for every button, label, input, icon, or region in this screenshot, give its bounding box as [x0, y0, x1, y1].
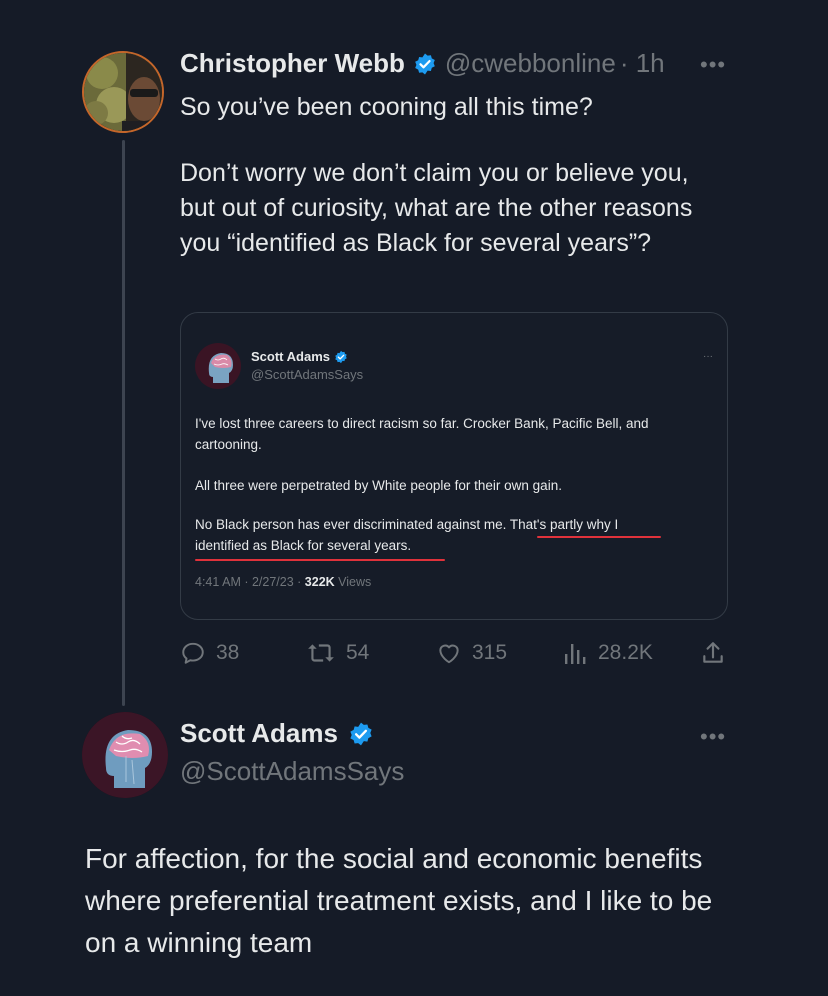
- retweet-icon: [308, 644, 334, 662]
- thread-connector-line: [122, 140, 125, 706]
- red-underline: [195, 559, 445, 561]
- verified-badge-icon: [334, 350, 348, 364]
- main-tweet-text: For affection, for the social and econom…: [85, 843, 713, 958]
- author-name[interactable]: Scott Adams: [180, 718, 338, 749]
- analytics-icon: [565, 644, 586, 664]
- author-name[interactable]: Christopher Webb: [180, 48, 405, 79]
- reply-button[interactable]: 38: [180, 640, 239, 666]
- quoted-more-icon[interactable]: ···: [703, 351, 713, 362]
- retweet-button[interactable]: 54: [306, 640, 369, 666]
- quoted-paragraph2: All three were perpetrated by White peop…: [195, 478, 562, 493]
- quoted-highlight-text: That's partly why I: [509, 517, 619, 532]
- brain-head-icon: [195, 343, 241, 389]
- main-tweet-header: Scott Adams: [180, 718, 374, 749]
- more-options-icon[interactable]: •••: [700, 724, 726, 750]
- red-underline: [537, 536, 661, 538]
- reply-tweet-header: Christopher Webb @cwebbonline · 1h: [180, 48, 665, 79]
- views-count: 322K: [304, 575, 335, 589]
- heart-icon: [439, 644, 459, 664]
- quoted-paragraph1: I've lost three careers to direct racism…: [195, 416, 649, 452]
- quoted-author-handle[interactable]: @ScottAdamsSays: [251, 367, 363, 382]
- views-button[interactable]: 28.2K: [564, 640, 653, 666]
- share-button[interactable]: [700, 640, 726, 666]
- brain-head-icon: [82, 712, 168, 798]
- quoted-header: Scott Adams: [251, 349, 348, 364]
- tweet-time[interactable]: · 1h: [620, 48, 665, 79]
- share-icon: [703, 642, 723, 663]
- author-handle[interactable]: @cwebbonline: [445, 48, 616, 79]
- avatar[interactable]: [82, 51, 164, 133]
- views-count: 28.2K: [598, 641, 653, 664]
- reply-tweet-line1: So you’ve been cooning all this time?: [180, 93, 593, 121]
- like-button[interactable]: 315: [436, 640, 507, 666]
- avatar-photo-icon: [84, 53, 162, 131]
- more-options-icon[interactable]: •••: [700, 52, 726, 78]
- quoted-timestamp: 4:41 AM · 2/27/23 · 322K Views: [195, 575, 371, 589]
- quoted-avatar: [195, 343, 241, 389]
- quoted-paragraph3-line1: No Black person has ever discriminated a…: [195, 514, 725, 535]
- views-label: Views: [334, 575, 372, 589]
- reply-tweet-paragraph2: Don’t worry we don’t claim you or believ…: [180, 159, 693, 257]
- quoted-tweet-card[interactable]: Scott Adams @ScottAdamsSays ··· I've los…: [180, 312, 728, 620]
- reply-count: 38: [216, 641, 240, 664]
- timestamp-text: 4:41 AM · 2/27/23 ·: [195, 575, 305, 589]
- avatar[interactable]: [82, 712, 168, 798]
- quoted-author-name[interactable]: Scott Adams: [251, 349, 330, 364]
- quoted-paragraph3-line2: identified as Black for several years.: [195, 538, 412, 553]
- quoted-text-span: No Black person has ever discriminated a…: [195, 517, 510, 532]
- verified-badge-icon: [348, 721, 374, 747]
- reply-icon: [182, 642, 204, 664]
- retweet-count: 54: [346, 641, 370, 664]
- verified-badge-icon: [413, 52, 437, 76]
- author-handle[interactable]: @ScottAdamsSays: [180, 756, 404, 787]
- like-count: 315: [472, 641, 508, 664]
